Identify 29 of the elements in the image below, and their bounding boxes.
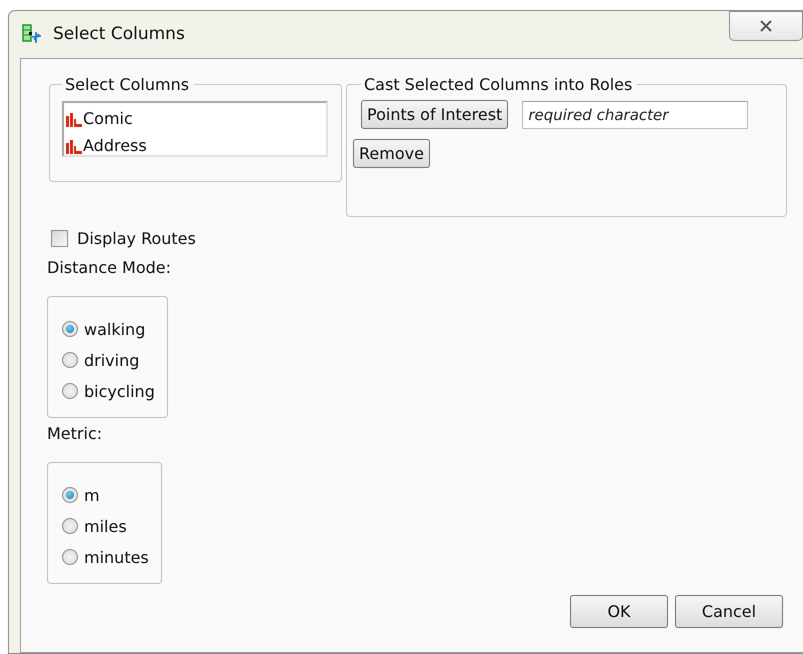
close-button[interactable] [729, 11, 803, 41]
group-label: Metric: [47, 424, 104, 445]
window-title: Select Columns [53, 24, 185, 44]
radio-label[interactable]: driving [84, 350, 140, 370]
radio-button[interactable] [62, 352, 78, 368]
group-title: Select Columns [64, 75, 190, 94]
radio-button[interactable] [62, 321, 78, 337]
group-label: Distance Mode: [47, 258, 172, 279]
close-icon [759, 20, 773, 32]
column-name[interactable]: Comic [83, 109, 133, 128]
column-name[interactable]: Address [83, 136, 147, 155]
role-button[interactable]: Points of Interest [361, 100, 508, 129]
radio-label[interactable]: walking [84, 320, 146, 338]
group-title: Cast Selected Columns into Roles [363, 75, 634, 94]
radio-label[interactable]: miles [84, 516, 127, 536]
radio-button[interactable] [62, 487, 78, 503]
radio-button[interactable] [62, 549, 78, 565]
radio-button[interactable] [62, 383, 78, 399]
cancel-button[interactable]: Cancel [675, 595, 783, 628]
table-star-icon [21, 23, 43, 45]
radio-label[interactable]: minutes [84, 548, 149, 566]
radio-label[interactable]: bicycling [84, 382, 155, 400]
radio-label[interactable]: m [84, 486, 100, 504]
radio-button[interactable] [62, 518, 78, 534]
checkbox-label[interactable]: Display Routes [77, 229, 196, 248]
remove-button[interactable]: Remove [353, 139, 430, 168]
ok-button[interactable]: OK [570, 595, 668, 628]
role-field[interactable]: required character [522, 100, 748, 128]
checkbox[interactable] [51, 230, 68, 247]
